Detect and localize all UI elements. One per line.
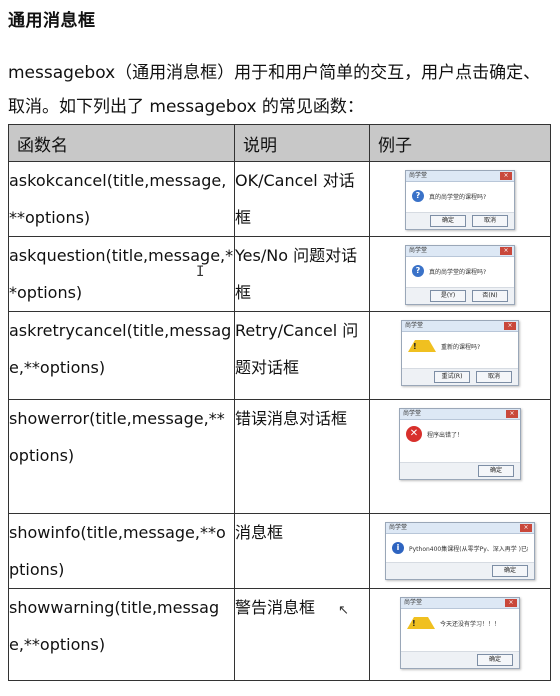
function-signature: askokcancel(title,message,**options)	[8, 161, 235, 237]
example-dialog: 尚学堂 ×? 真的尚学堂的课程吗? 确定 取消	[405, 170, 515, 230]
dialog-body: ? 真的尚学堂的课程吗?	[412, 262, 508, 280]
warning-icon	[407, 617, 435, 629]
function-signature: showwarning(title,message,**options)	[8, 588, 235, 681]
info-icon: i	[392, 542, 404, 554]
dialog-title: 尚学堂	[409, 172, 428, 179]
example-cell: 尚学堂 × 今天还没有学习！！！ 确定	[369, 588, 551, 681]
dialog-titlebar: 尚学堂 ×	[400, 409, 520, 420]
table-row: askretrycancel(title,message,**options) R…	[8, 311, 551, 400]
dialog-message: 程序出错了！	[427, 431, 464, 439]
dialog-footer: 确定	[386, 562, 534, 579]
dialog-title: 尚学堂	[409, 247, 428, 254]
dialog-title: 尚学堂	[405, 322, 424, 329]
dialog-title: 尚学堂	[404, 599, 423, 606]
dialog-body: 重新的课程吗?	[408, 337, 512, 355]
table-row: askquestion(title,message,**options) Yes/…	[8, 236, 551, 312]
question-icon: ?	[412, 265, 424, 277]
header-function-name: 函数名	[8, 124, 235, 162]
function-description: Yes/No 问题对话框	[234, 236, 370, 312]
function-description: Retry/Cancel 问题对话框	[234, 311, 370, 400]
example-dialog: 尚学堂 ×? 真的尚学堂的课程吗? 是(Y) 否(N)	[405, 245, 515, 305]
close-icon: ×	[520, 524, 532, 532]
example-dialog: 尚学堂 × i Python400集课程(从零学Py、深入再学 )已经免费确定	[385, 522, 535, 580]
dialog-footer: 重试(R) 取消	[402, 368, 518, 385]
dialog-body: 今天还没有学习！！！	[407, 614, 513, 632]
function-signature: askretrycancel(title,message,**options)	[8, 311, 235, 400]
function-description: OK/Cancel 对话框	[234, 161, 370, 237]
dialog-titlebar: 尚学堂 ×	[406, 171, 514, 182]
text-cursor-icon: I	[196, 264, 205, 280]
dialog-body: ? 真的尚学堂的课程吗?	[412, 187, 508, 205]
dialog-button: 否(N)	[472, 290, 508, 302]
dialog-button: 是(Y)	[430, 290, 466, 302]
section-title: 通用消息框	[8, 11, 96, 31]
dialog-title: 尚学堂	[403, 410, 422, 417]
example-cell: 尚学堂 ×? 真的尚学堂的课程吗? 是(Y) 否(N)	[369, 236, 551, 312]
question-icon: ?	[412, 190, 424, 202]
dialog-footer: 是(Y) 否(N)	[406, 287, 514, 304]
warning-icon	[408, 340, 436, 352]
dialog-titlebar: 尚学堂 ×	[386, 523, 534, 534]
dialog-button: 确定	[478, 465, 514, 477]
example-dialog: 尚学堂 × 重新的课程吗? 重试(R) 取消	[401, 320, 519, 386]
example-cell: 尚学堂 × ✕ 程序出错了！ 确定	[369, 399, 551, 514]
messagebox-function-table: 函数名 说明 例子 askokcancel(title,message,**op…	[8, 124, 551, 681]
dialog-body: ✕ 程序出错了！	[406, 425, 514, 443]
close-icon: ×	[505, 599, 517, 607]
close-icon: ×	[504, 322, 516, 330]
dialog-button: 取消	[472, 215, 508, 227]
example-dialog: 尚学堂 × 今天还没有学习！！！ 确定	[400, 597, 520, 669]
dialog-button: 取消	[476, 371, 512, 383]
error-icon: ✕	[406, 426, 422, 442]
function-description: 警告消息框	[234, 588, 370, 681]
dialog-body: i Python400集课程(从零学Py、深入再学 )已经免费	[392, 539, 528, 557]
dialog-button: 确定	[477, 654, 513, 666]
close-icon: ×	[506, 410, 518, 418]
dialog-footer: 确定	[400, 462, 520, 479]
dialog-titlebar: 尚学堂 ×	[401, 598, 519, 609]
function-description: 消息框	[234, 513, 370, 589]
example-cell: 尚学堂 × 重新的课程吗? 重试(R) 取消	[369, 311, 551, 400]
dialog-titlebar: 尚学堂 ×	[402, 321, 518, 332]
example-cell: 尚学堂 ×? 真的尚学堂的课程吗? 确定 取消	[369, 161, 551, 237]
table-row: askokcancel(title,message,**options) OK/C…	[8, 161, 551, 237]
dialog-footer: 确定	[401, 651, 519, 668]
function-description: 错误消息对话框	[234, 399, 370, 514]
table-header-row: 函数名 说明 例子	[8, 124, 551, 162]
table-row: showwarning(title,message,**options) 警告消息…	[8, 588, 551, 681]
close-icon: ×	[500, 247, 512, 255]
dialog-title: 尚学堂	[389, 524, 408, 531]
dialog-message: 真的尚学堂的课程吗?	[429, 268, 487, 276]
dialog-button: 确定	[430, 215, 466, 227]
close-icon: ×	[500, 172, 512, 180]
function-signature: showerror(title,message,**options)	[8, 399, 235, 514]
dialog-message: 重新的课程吗?	[441, 343, 481, 351]
mouse-pointer-icon: ↖	[338, 603, 349, 618]
dialog-message: Python400集课程(从零学Py、深入再学 )已经免费	[409, 545, 528, 553]
dialog-titlebar: 尚学堂 ×	[406, 246, 514, 257]
intro-paragraph: messagebox（通用消息框）用于和用户简单的交互，用户点击确定、取消。如下…	[8, 63, 541, 117]
example-dialog: 尚学堂 × ✕ 程序出错了！ 确定	[399, 408, 521, 480]
dialog-message: 真的尚学堂的课程吗?	[429, 193, 487, 201]
dialog-button: 重试(R)	[434, 371, 470, 383]
dialog-button: 确定	[492, 565, 528, 577]
table-row: showerror(title,message,**options) 错误消息对话…	[8, 399, 551, 514]
example-cell: 尚学堂 × i Python400集课程(从零学Py、深入再学 )已经免费确定	[369, 513, 551, 589]
header-example: 例子	[369, 124, 551, 162]
table-row: showinfo(title,message,**options) 消息框 尚学堂 ×…	[8, 513, 551, 589]
dialog-footer: 确定 取消	[406, 212, 514, 229]
function-signature: showinfo(title,message,**options)	[8, 513, 235, 589]
header-description: 说明	[234, 124, 370, 162]
dialog-message: 今天还没有学习！！！	[440, 620, 501, 628]
